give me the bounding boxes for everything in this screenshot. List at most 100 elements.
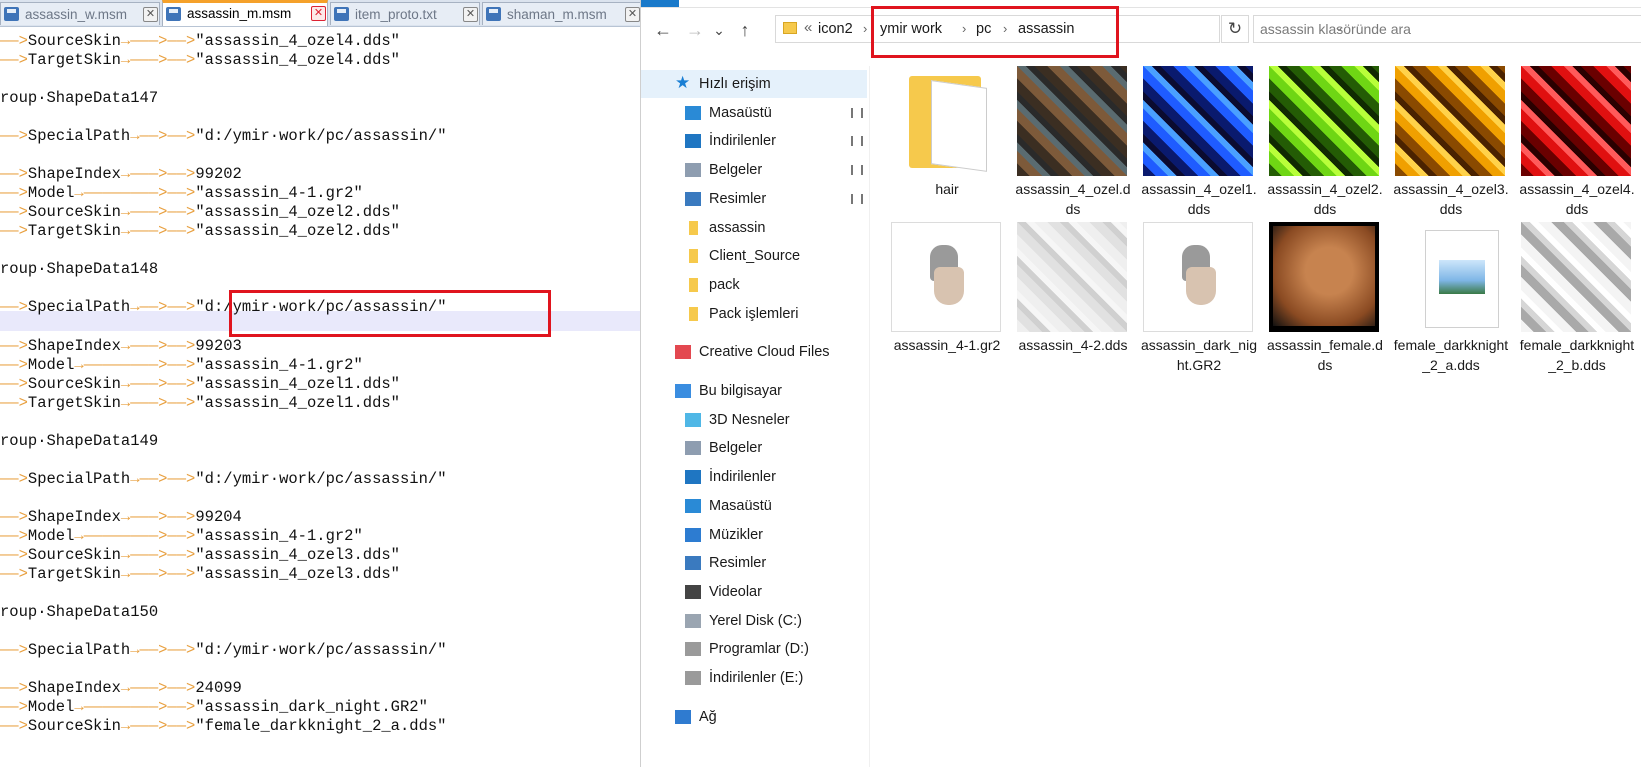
file-item[interactable]: assassin_4_ozel4.dds [1516, 66, 1638, 226]
code-line[interactable]: ——>TargetSkin→———>——>"assassin_4_ozel4.d… [0, 51, 400, 69]
nav-item[interactable]: Resimler [641, 185, 869, 213]
code-line[interactable]: ——>ShapeIndex→———>——>99202 [0, 165, 242, 183]
close-tab-icon[interactable]: ✕ [463, 7, 478, 22]
editor-tab[interactable]: assassin_w.msm ✕ [0, 2, 160, 25]
back-arrow-icon[interactable]: ← [651, 18, 675, 42]
nav-item[interactable]: Client_Source [641, 242, 869, 270]
forward-arrow-icon[interactable]: → [683, 18, 707, 42]
code-line[interactable]: ——>ShapeIndex→———>——>99203 [0, 337, 242, 355]
nav-item[interactable]: ★ Hızlı erişim [641, 70, 867, 98]
tab-arrow-icon: ——> [0, 527, 28, 545]
nav-item[interactable]: Pack işlemleri [641, 300, 869, 328]
tab-arrow-icon: →——>——> [130, 298, 196, 316]
nav-item[interactable]: Müzikler [641, 521, 869, 549]
computer-icon [675, 384, 691, 398]
refresh-icon[interactable]: ↻ [1221, 15, 1249, 43]
texture-thumbnail [1521, 222, 1631, 332]
file-item[interactable]: assassin_4_ozel3.dds [1390, 66, 1512, 226]
tab-arrow-icon: ——> [0, 222, 28, 240]
music-icon [685, 527, 701, 542]
breadcrumb-overflow[interactable]: « [804, 19, 812, 36]
file-item[interactable]: assassin_4_ozel2.dds [1264, 66, 1386, 226]
code-line[interactable]: ——>SpecialPath→——>——>"d:/ymir·work/pc/as… [0, 641, 447, 659]
code-line[interactable]: ——>SourceSkin→———>——>"assassin_4_ozel2.d… [0, 203, 400, 221]
nav-item[interactable]: Masaüstü [641, 492, 869, 520]
code-group-header[interactable]: roup·ShapeData149 [0, 432, 158, 450]
code-value: "assassin_4-1.gr2" [195, 356, 363, 374]
code-line[interactable]: ——>Model→————————>——>"assassin_4-1.gr2" [0, 527, 363, 545]
file-item[interactable]: hair [886, 66, 1008, 226]
close-tab-icon[interactable]: ✕ [311, 6, 326, 21]
code-line[interactable]: ——>Model→————————>——>"assassin_4-1.gr2" [0, 356, 363, 374]
nav-item[interactable]: Masaüstü [641, 99, 869, 127]
videos-icon [685, 584, 701, 599]
code-key: ShapeIndex [27, 337, 121, 355]
download-icon [685, 134, 701, 149]
file-item[interactable]: assassin_4-1.gr2 [886, 222, 1008, 382]
nav-item-label: İndirilenler (E:) [709, 670, 804, 686]
nav-item[interactable]: İndirilenler [641, 463, 869, 491]
code-key: Model [27, 184, 75, 202]
nav-item[interactable]: Belgeler [641, 156, 869, 184]
code-key: SpecialPath [27, 298, 131, 316]
file-item[interactable]: female_darkknight_2_a.dds [1390, 222, 1512, 382]
code-line[interactable]: ——>TargetSkin→———>——>"assassin_4_ozel1.d… [0, 394, 400, 412]
code-group-header[interactable]: roup·ShapeData148 [0, 260, 158, 278]
nav-item[interactable]: İndirilenler (E:) [641, 664, 869, 692]
code-line[interactable]: ——>SourceSkin→———>——>"assassin_4_ozel4.d… [0, 32, 400, 50]
code-line[interactable]: ——>ShapeIndex→———>——>24099 [0, 679, 242, 697]
pane-divider[interactable] [869, 66, 870, 767]
tab-arrow-icon: →——>——> [130, 470, 196, 488]
code-line[interactable]: ——>SpecialPath→——>——>"d:/ymir·work/pc/as… [0, 470, 447, 488]
save-file-icon [4, 7, 19, 21]
nav-item[interactable]: pack [641, 271, 869, 299]
file-item[interactable]: assassin_4_ozel1.dds [1138, 66, 1260, 226]
nav-item[interactable]: Belgeler [641, 434, 869, 462]
file-name: female_darkknight_2_b.dds [1519, 337, 1635, 373]
close-tab-icon[interactable]: ✕ [143, 7, 158, 22]
code-group-header[interactable]: roup·ShapeData150 [0, 603, 158, 621]
code-line[interactable]: ——>ShapeIndex→———>——>99204 [0, 508, 242, 526]
nav-item[interactable]: Videolar [641, 578, 869, 606]
file-item[interactable]: assassin_4-2.dds [1012, 222, 1134, 382]
code-line[interactable]: ——>SpecialPath→——>——>"d:/ymir·work/pc/as… [0, 127, 447, 145]
nav-item[interactable]: Creative Cloud Files [641, 338, 869, 366]
nav-item[interactable]: İndirilenler [641, 127, 869, 155]
file-item[interactable]: assassin_4_ozel.dds [1012, 66, 1134, 226]
code-line[interactable]: ——>SourceSkin→———>——>"assassin_4_ozel3.d… [0, 546, 400, 564]
folder-icon [689, 306, 698, 321]
nav-item[interactable]: Programlar (D:) [641, 635, 869, 663]
search-input[interactable]: assassin klasöründe ara [1253, 15, 1641, 43]
code-value: "assassin_4_ozel1.dds" [195, 375, 400, 393]
nav-item[interactable]: Yerel Disk (C:) [641, 607, 869, 635]
code-group-header[interactable]: roup·ShapeData147 [0, 89, 158, 107]
breadcrumb-item-icon2[interactable]: icon2 [818, 21, 853, 37]
code-line[interactable]: ——>SourceSkin→———>——>"female_darkknight_… [0, 717, 447, 735]
editor-tab[interactable]: shaman_m.msm ✕ [482, 2, 640, 25]
file-item[interactable]: female_darkknight_2_b.dds [1516, 222, 1638, 382]
up-arrow-icon[interactable]: ↑ [733, 18, 757, 42]
editor-tab[interactable]: assassin_m.msm ✕ [162, 0, 328, 26]
code-line[interactable]: ——>Model→————————>——>"assassin_4-1.gr2" [0, 184, 363, 202]
code-value: "d:/ymir·work/pc/assassin/" [195, 641, 447, 659]
tab-arrow-icon: →———>——> [120, 394, 196, 412]
code-line[interactable]: ——>TargetSkin→———>——>"assassin_4_ozel3.d… [0, 565, 400, 583]
nav-item[interactable]: 3D Nesneler [641, 406, 869, 434]
tab-arrow-icon: ——> [0, 356, 28, 374]
code-line[interactable]: ——>TargetSkin→———>——>"assassin_4_ozel2.d… [0, 222, 400, 240]
nav-item[interactable]: Resimler [641, 549, 869, 577]
tab-arrow-icon: →———>——> [120, 32, 196, 50]
code-line[interactable]: ——>Model→————————>——>"assassin_dark_nigh… [0, 698, 428, 716]
file-item[interactable]: assassin_dark_night.GR2 [1138, 222, 1260, 382]
recent-locations-icon[interactable]: ⌄ [707, 18, 731, 42]
texture-thumbnail [1017, 66, 1127, 176]
code-line[interactable]: ——>SourceSkin→———>——>"assassin_4_ozel1.d… [0, 375, 400, 393]
nav-item[interactable]: assassin [641, 214, 869, 242]
close-tab-icon[interactable]: ✕ [625, 7, 640, 22]
nav-item[interactable]: Bu bilgisayar [641, 377, 869, 405]
file-item[interactable]: assassin_female.dds [1264, 222, 1386, 382]
nav-item[interactable]: Ağ [641, 703, 869, 731]
file-ribbon-tab[interactable] [641, 0, 679, 7]
chevron-right-icon[interactable]: › [863, 21, 867, 36]
editor-tab[interactable]: item_proto.txt ✕ [330, 2, 480, 25]
